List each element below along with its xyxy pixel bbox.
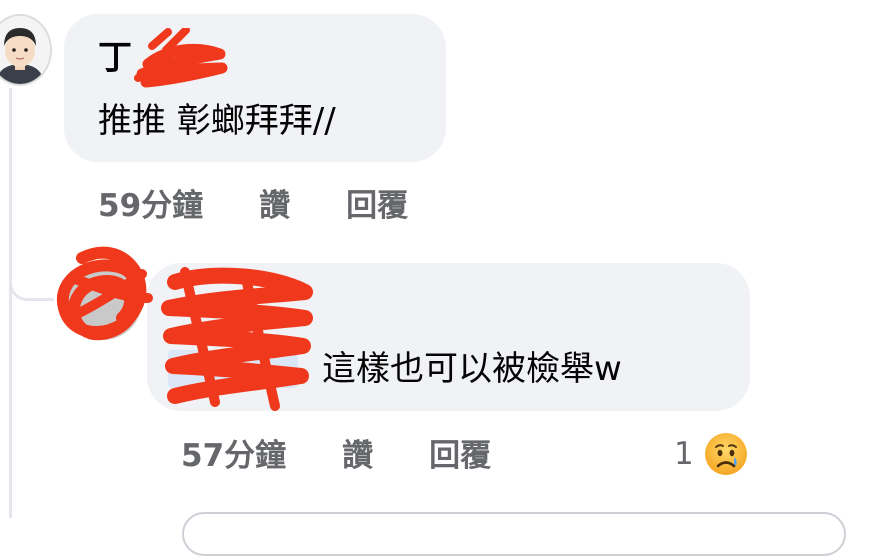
reply-button[interactable]: 回覆 (346, 186, 408, 226)
avatar-face-icon (0, 16, 50, 84)
commenter-avatar[interactable] (0, 14, 52, 86)
sad-face-icon (704, 433, 747, 475)
reply-like-button[interactable]: 讚 (342, 436, 373, 476)
reply-author[interactable] (178, 292, 298, 328)
comment-timestamp: 59分鐘 (98, 188, 204, 224)
reply-text: 這樣也可以被檢舉w (322, 349, 622, 389)
reply-avatar[interactable] (64, 262, 142, 340)
thread-branch-connector (9, 250, 54, 301)
thread-line (9, 88, 12, 518)
comment-author[interactable]: 丁 (98, 38, 132, 78)
tagged-user-chip[interactable] (168, 350, 298, 388)
next-comment-box[interactable] (182, 512, 846, 556)
comment-actions: 59分鐘 讚 回覆 (98, 186, 408, 226)
reaction-summary[interactable]: 1 (674, 430, 750, 478)
like-button[interactable]: 讚 (259, 186, 290, 226)
reply-timestamp: 57分鐘 (181, 438, 287, 474)
comment-text: 推推 彰螂拜拜// (98, 101, 336, 141)
reaction-count: 1 (674, 436, 694, 472)
reply-reply-button[interactable]: 回覆 (429, 436, 491, 476)
reply-actions: 57分鐘 讚 回覆 (181, 436, 491, 476)
